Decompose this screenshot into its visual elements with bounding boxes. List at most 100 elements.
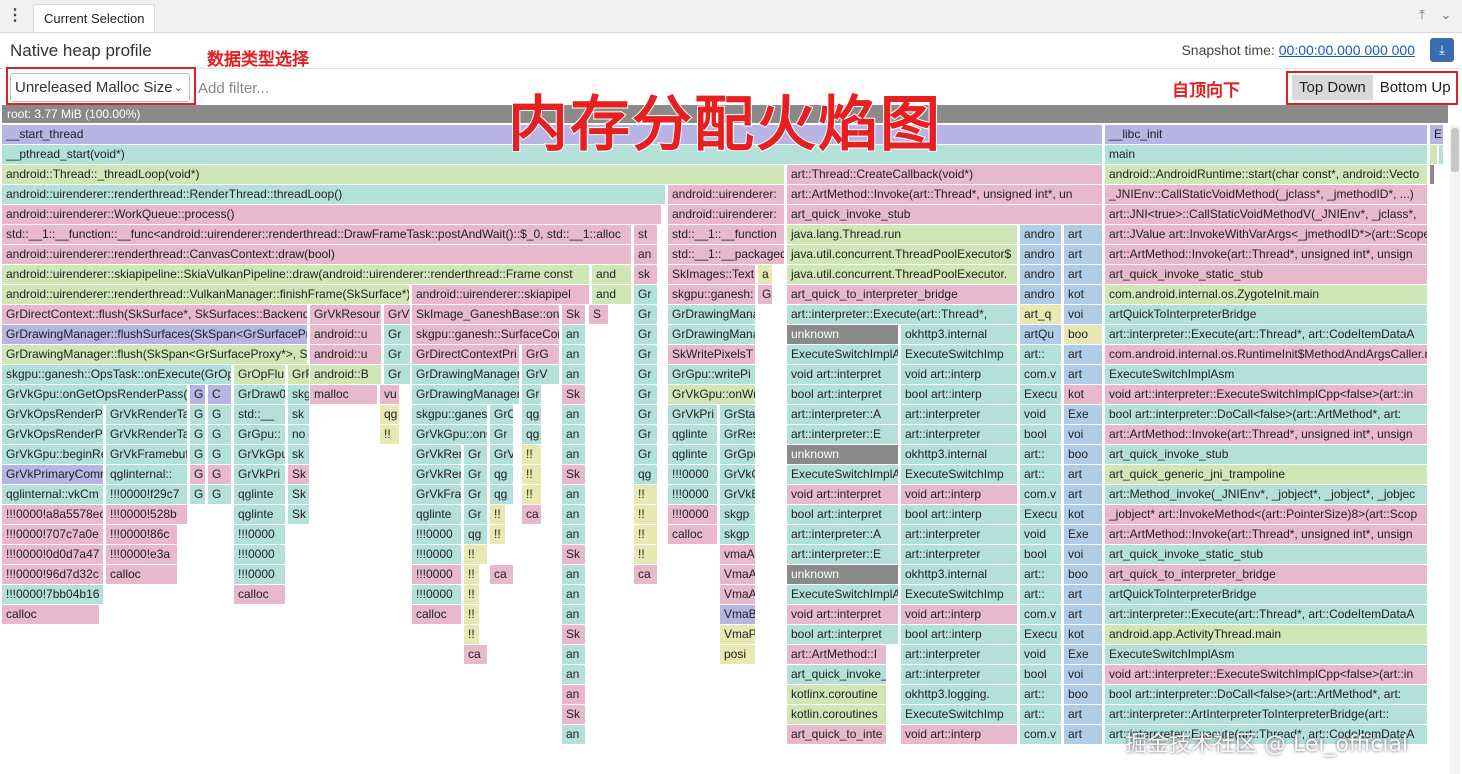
flame-frame[interactable]: GrDrawingManager::flush(SkSpan<GrSurface…	[2, 345, 308, 364]
flame-frame[interactable]: Gr	[522, 385, 542, 404]
flame-frame[interactable]: vmaA	[720, 545, 756, 564]
flame-frame[interactable]: !!!0000	[668, 465, 718, 484]
flame-frame[interactable]: void art::interpret	[787, 605, 899, 624]
flame-frame[interactable]: okhttp3.internal	[901, 565, 1018, 584]
flame-frame[interactable]: !!!0000!86c	[106, 525, 178, 544]
flame-frame[interactable]: and	[592, 265, 632, 284]
flame-frame[interactable]: art	[1064, 465, 1103, 484]
flame-frame[interactable]: bool	[1020, 425, 1062, 444]
flame-frame[interactable]: ca	[490, 565, 514, 584]
flame-frame[interactable]: Sk	[562, 625, 586, 644]
flame-frame[interactable]: malloc	[310, 385, 378, 404]
flame-frame[interactable]: Sk	[288, 505, 310, 524]
flame-frame[interactable]: GrDirectContextPri	[412, 345, 520, 364]
flame-frame[interactable]: com.android.internal.os.RuntimeInit$Meth…	[1105, 345, 1428, 364]
flame-frame[interactable]: art::interpreter::E	[787, 545, 899, 564]
flame-frame[interactable]: GrVkRen	[412, 465, 462, 484]
flame-frame[interactable]: qglinternal::	[106, 465, 188, 484]
flame-frame[interactable]: !!	[490, 505, 506, 524]
flame-frame[interactable]: Sk	[562, 305, 586, 324]
flame-frame[interactable]: art::JValue art::InvokeWithVarArgs<_jmet…	[1105, 225, 1428, 244]
flame-frame[interactable]: Gr	[634, 385, 658, 404]
flame-frame[interactable]: android::uirenderer:	[668, 205, 785, 224]
flame-frame[interactable]: an	[562, 365, 586, 384]
flame-frame[interactable]: GrVkGpu::onG	[412, 425, 488, 444]
flame-frame[interactable]: !!	[464, 605, 480, 624]
flame-frame[interactable]: skgpu::ganesh::OpsTask::onExecute(GrOpFl	[2, 365, 232, 384]
flame-frame[interactable]: art::	[1020, 465, 1062, 484]
flame-frame[interactable]: vu	[380, 385, 400, 404]
flame-frame[interactable]: GrVkGpu::beginRen	[2, 445, 104, 464]
flame-frame[interactable]: an	[562, 725, 586, 744]
flame-frame[interactable]: boo	[1064, 565, 1103, 584]
flame-frame[interactable]: calloc	[668, 525, 718, 544]
flame-frame[interactable]: bool	[1020, 665, 1062, 684]
flame-frame[interactable]: qg	[634, 465, 658, 484]
flame-frame[interactable]: GrVkResour	[310, 305, 382, 324]
flame-frame[interactable]: Gr	[634, 445, 658, 464]
flame-frame[interactable]: E	[1430, 125, 1444, 144]
flame-frame[interactable]: java.util.concurrent.ThreadPoolExecutor$	[787, 245, 1018, 264]
flame-frame[interactable]: and	[592, 285, 632, 304]
flame-frame[interactable]: Exe	[1064, 405, 1103, 424]
flame-frame[interactable]: GrVkRen	[412, 445, 462, 464]
flame-frame[interactable]: Exe	[1064, 525, 1103, 544]
flame-frame[interactable]: android::AndroidRuntime::start(char cons…	[1105, 165, 1428, 184]
flame-frame[interactable]	[1439, 145, 1444, 164]
flame-frame[interactable]: an	[562, 325, 586, 344]
flame-frame[interactable]: android::Thread::_threadLoop(void*)	[2, 165, 785, 184]
flame-frame[interactable]: SkImages::Text	[668, 265, 756, 284]
flame-frame[interactable]: skgp	[720, 525, 756, 544]
flame-frame[interactable]: art::interpreter::ArtInterpreterToInterp…	[1105, 705, 1428, 724]
flame-frame[interactable]: okhttp3.internal	[901, 445, 1018, 464]
flame-frame[interactable]: art_quick_invoke_stub	[787, 205, 1103, 224]
tab-current-selection[interactable]: Current Selection	[33, 4, 156, 32]
flame-frame[interactable]: GrVkRenderTar	[106, 425, 188, 444]
flame-frame[interactable]: GrV	[522, 365, 560, 384]
flame-frame[interactable]: bool art::interp	[901, 385, 1018, 404]
flame-frame[interactable]: art_quick_to_inte	[787, 725, 887, 744]
flame-frame[interactable]: Gr	[634, 325, 658, 344]
flame-frame[interactable]: qglinte	[668, 445, 718, 464]
flame-frame[interactable]: Gr	[464, 465, 488, 484]
flame-frame[interactable]: G	[208, 485, 232, 504]
flame-frame[interactable]: qglinte	[668, 425, 718, 444]
flame-frame[interactable]: !!!0000	[234, 525, 286, 544]
flame-frame[interactable]: G	[190, 465, 206, 484]
flame-frame[interactable]: an	[562, 485, 586, 504]
flame-frame[interactable]: Execu	[1020, 385, 1062, 404]
flame-frame[interactable]: _jobject* art::InvokeMethod<(art::Pointe…	[1105, 505, 1428, 524]
flame-frame[interactable]: android::uirenderer:	[668, 185, 785, 204]
flame-frame[interactable]: art_quick_to_interpreter_bridge	[1105, 565, 1428, 584]
flame-frame[interactable]: !!!0000	[668, 505, 718, 524]
flame-frame[interactable]: ca	[634, 565, 658, 584]
flame-frame[interactable]: skgpu::ganesh::SurfaceCon	[412, 325, 560, 344]
flame-frame[interactable]: Gr	[634, 365, 658, 384]
flame-frame[interactable]: android::u	[310, 325, 382, 344]
flame-frame[interactable]: void art::interp	[901, 485, 1018, 504]
flame-frame[interactable]: ExecuteSwitchImplAsm	[1105, 365, 1428, 384]
flame-frame[interactable]: qg	[380, 405, 400, 424]
flame-frame[interactable]: sk	[288, 445, 310, 464]
flame-frame[interactable]: kotlinx.coroutine	[787, 685, 887, 704]
flame-frame[interactable]: calloc	[412, 605, 462, 624]
flame-frame[interactable]: VmaA	[720, 565, 756, 584]
flame-frame[interactable]: art::interpreter	[901, 645, 1018, 664]
flame-frame[interactable]: com.v	[1020, 605, 1062, 624]
flame-frame[interactable]: art	[1064, 365, 1103, 384]
flame-frame[interactable]: Sk	[288, 485, 310, 504]
flame-frame[interactable]: art	[1064, 585, 1103, 604]
flame-frame[interactable]: std::__1::__function	[668, 225, 785, 244]
flame-frame[interactable]: boo	[1064, 325, 1103, 344]
flame-frame[interactable]: G	[190, 385, 206, 404]
flame-frame[interactable]: st	[634, 225, 658, 244]
flame-frame[interactable]: !!	[380, 425, 400, 444]
flame-frame[interactable]: android::uirenderer::renderthread::Vulka…	[2, 285, 410, 304]
flame-frame[interactable]: !!	[634, 545, 658, 564]
flame-frame[interactable]: Gr	[490, 425, 514, 444]
flame-frame[interactable]: Gr	[384, 345, 411, 364]
flame-frame[interactable]: art	[1064, 725, 1103, 744]
flame-frame[interactable]: an	[562, 585, 586, 604]
flame-frame[interactable]: GrVkPri	[668, 405, 718, 424]
flame-frame[interactable]: art::Method_invoke(_JNIEnv*, _jobject*, …	[1105, 485, 1428, 504]
